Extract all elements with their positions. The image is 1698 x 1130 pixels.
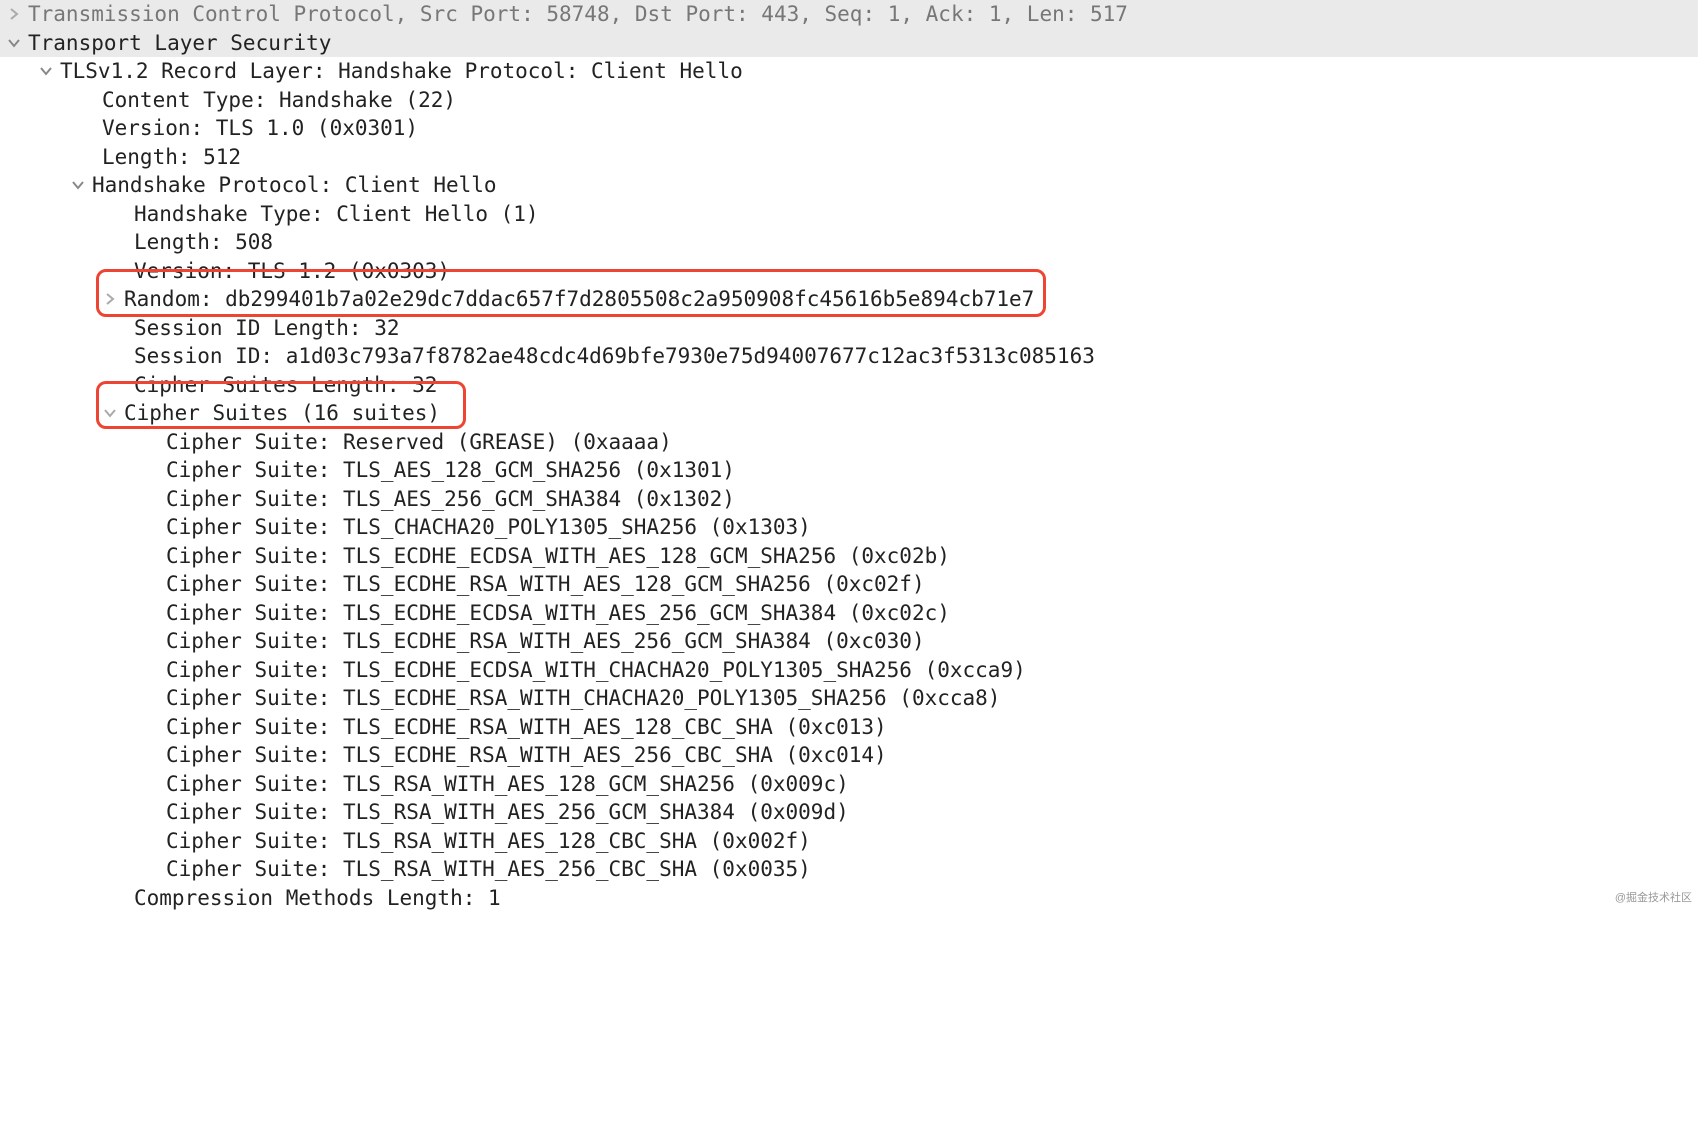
chevron-down-icon[interactable] <box>6 29 22 58</box>
tree-row-cipher-suite[interactable]: Cipher Suite: TLS_RSA_WITH_AES_128_CBC_S… <box>0 827 1698 856</box>
chevron-down-icon[interactable] <box>38 57 54 86</box>
packet-details-pane: Transmission Control Protocol, Src Port:… <box>0 0 1698 916</box>
chevron-down-icon[interactable] <box>102 399 118 428</box>
tree-row-handshake-length[interactable]: Length: 508 <box>0 228 1698 257</box>
cipher-suite-label: Cipher Suite: TLS_RSA_WITH_AES_128_CBC_S… <box>166 827 811 856</box>
tree-row-tcp[interactable]: Transmission Control Protocol, Src Port:… <box>0 0 1698 29</box>
tree-row-content-type[interactable]: Content Type: Handshake (22) <box>0 86 1698 115</box>
tree-row-cipher-suite[interactable]: Cipher Suite: Reserved (GREASE) (0xaaaa) <box>0 428 1698 457</box>
version-record-label: Version: TLS 1.0 (0x0301) <box>102 114 418 143</box>
cipher-suite-label: Cipher Suite: TLS_ECDHE_RSA_WITH_CHACHA2… <box>166 684 1000 713</box>
content-type-label: Content Type: Handshake (22) <box>102 86 456 115</box>
tree-row-record-layer[interactable]: TLSv1.2 Record Layer: Handshake Protocol… <box>0 57 1698 86</box>
cipher-suite-label: Cipher Suite: TLS_AES_128_GCM_SHA256 (0x… <box>166 456 735 485</box>
tree-row-cipher-suite[interactable]: Cipher Suite: TLS_AES_256_GCM_SHA384 (0x… <box>0 485 1698 514</box>
tree-row-cipher-suite[interactable]: Cipher Suite: TLS_RSA_WITH_AES_256_CBC_S… <box>0 855 1698 884</box>
tree-row-cipher-suites[interactable]: Cipher Suites (16 suites) <box>0 399 1698 428</box>
cipher-suites-length-label: Cipher Suites Length: 32 <box>134 371 437 400</box>
tree-row-cipher-suite[interactable]: Cipher Suite: TLS_CHACHA20_POLY1305_SHA2… <box>0 513 1698 542</box>
handshake-type-label: Handshake Type: Client Hello (1) <box>134 200 539 229</box>
session-id-label: Session ID: a1d03c793a7f8782ae48cdc4d69b… <box>134 342 1095 371</box>
random-label: Random: db299401b7a02e29dc7ddac657f7d280… <box>124 285 1034 314</box>
cipher-suites-list: Cipher Suite: Reserved (GREASE) (0xaaaa)… <box>0 428 1698 884</box>
cipher-suite-label: Cipher Suite: Reserved (GREASE) (0xaaaa) <box>166 428 672 457</box>
handshake-protocol-label: Handshake Protocol: Client Hello <box>92 171 497 200</box>
tree-row-cipher-suite[interactable]: Cipher Suite: TLS_ECDHE_RSA_WITH_AES_256… <box>0 741 1698 770</box>
length-record-label: Length: 512 <box>102 143 241 172</box>
tree-row-length-record[interactable]: Length: 512 <box>0 143 1698 172</box>
cipher-suite-label: Cipher Suite: TLS_ECDHE_ECDSA_WITH_CHACH… <box>166 656 1026 685</box>
cipher-suite-label: Cipher Suite: TLS_ECDHE_ECDSA_WITH_AES_2… <box>166 599 950 628</box>
tree-row-cipher-suite[interactable]: Cipher Suite: TLS_AES_128_GCM_SHA256 (0x… <box>0 456 1698 485</box>
tree-row-cipher-suite[interactable]: Cipher Suite: TLS_ECDHE_RSA_WITH_AES_128… <box>0 713 1698 742</box>
cipher-suite-label: Cipher Suite: TLS_ECDHE_ECDSA_WITH_AES_1… <box>166 542 950 571</box>
session-id-length-label: Session ID Length: 32 <box>134 314 400 343</box>
tree-row-cipher-suite[interactable]: Cipher Suite: TLS_ECDHE_RSA_WITH_CHACHA2… <box>0 684 1698 713</box>
cipher-suite-label: Cipher Suite: TLS_ECDHE_RSA_WITH_AES_128… <box>166 570 925 599</box>
tree-row-tls[interactable]: Transport Layer Security <box>0 29 1698 58</box>
cipher-suite-label: Cipher Suite: TLS_CHACHA20_POLY1305_SHA2… <box>166 513 811 542</box>
tree-row-random[interactable]: Random: db299401b7a02e29dc7ddac657f7d280… <box>0 285 1698 314</box>
cipher-suites-header-label: Cipher Suites (16 suites) <box>124 399 440 428</box>
cipher-suite-label: Cipher Suite: TLS_RSA_WITH_AES_128_GCM_S… <box>166 770 849 799</box>
cipher-suite-label: Cipher Suite: TLS_ECDHE_RSA_WITH_AES_256… <box>166 741 887 770</box>
handshake-length-label: Length: 508 <box>134 228 273 257</box>
tree-row-compression-methods-length[interactable]: Compression Methods Length: 1 <box>0 884 1698 913</box>
tree-row-cipher-suite[interactable]: Cipher Suite: TLS_RSA_WITH_AES_256_GCM_S… <box>0 798 1698 827</box>
tree-row-cipher-suites-length[interactable]: Cipher Suites Length: 32 <box>0 371 1698 400</box>
tree-row-cipher-suite[interactable]: Cipher Suite: TLS_ECDHE_RSA_WITH_AES_256… <box>0 627 1698 656</box>
tree-row-handshake-type[interactable]: Handshake Type: Client Hello (1) <box>0 200 1698 229</box>
cipher-suite-label: Cipher Suite: TLS_RSA_WITH_AES_256_GCM_S… <box>166 798 849 827</box>
tree-row-cipher-suite[interactable]: Cipher Suite: TLS_RSA_WITH_AES_128_GCM_S… <box>0 770 1698 799</box>
compression-methods-length-label: Compression Methods Length: 1 <box>134 884 501 913</box>
handshake-version-label: Version: TLS 1.2 (0x0303) <box>134 257 450 286</box>
record-layer-label: TLSv1.2 Record Layer: Handshake Protocol… <box>60 57 743 86</box>
watermark: @掘金技术社区 <box>1615 884 1692 913</box>
tree-row-session-id[interactable]: Session ID: a1d03c793a7f8782ae48cdc4d69b… <box>0 342 1698 371</box>
tree-row-cipher-suite[interactable]: Cipher Suite: TLS_ECDHE_ECDSA_WITH_AES_1… <box>0 542 1698 571</box>
tree-row-cipher-suite[interactable]: Cipher Suite: TLS_ECDHE_ECDSA_WITH_AES_2… <box>0 599 1698 628</box>
cipher-suite-label: Cipher Suite: TLS_RSA_WITH_AES_256_CBC_S… <box>166 855 811 884</box>
tcp-line: Transmission Control Protocol, Src Port:… <box>28 0 1128 29</box>
tree-row-cipher-suite[interactable]: Cipher Suite: TLS_ECDHE_RSA_WITH_AES_128… <box>0 570 1698 599</box>
cipher-suite-label: Cipher Suite: TLS_ECDHE_RSA_WITH_AES_128… <box>166 713 887 742</box>
tree-row-version-record[interactable]: Version: TLS 1.0 (0x0301) <box>0 114 1698 143</box>
chevron-right-icon[interactable] <box>6 0 22 29</box>
tls-header: Transport Layer Security <box>28 29 331 58</box>
chevron-down-icon[interactable] <box>70 171 86 200</box>
cipher-suite-label: Cipher Suite: TLS_AES_256_GCM_SHA384 (0x… <box>166 485 735 514</box>
tree-row-handshake-protocol[interactable]: Handshake Protocol: Client Hello <box>0 171 1698 200</box>
tree-row-handshake-version[interactable]: Version: TLS 1.2 (0x0303) <box>0 257 1698 286</box>
tree-row-cipher-suite[interactable]: Cipher Suite: TLS_ECDHE_ECDSA_WITH_CHACH… <box>0 656 1698 685</box>
tree-row-session-id-length[interactable]: Session ID Length: 32 <box>0 314 1698 343</box>
chevron-right-icon[interactable] <box>102 285 118 314</box>
cipher-suite-label: Cipher Suite: TLS_ECDHE_RSA_WITH_AES_256… <box>166 627 925 656</box>
